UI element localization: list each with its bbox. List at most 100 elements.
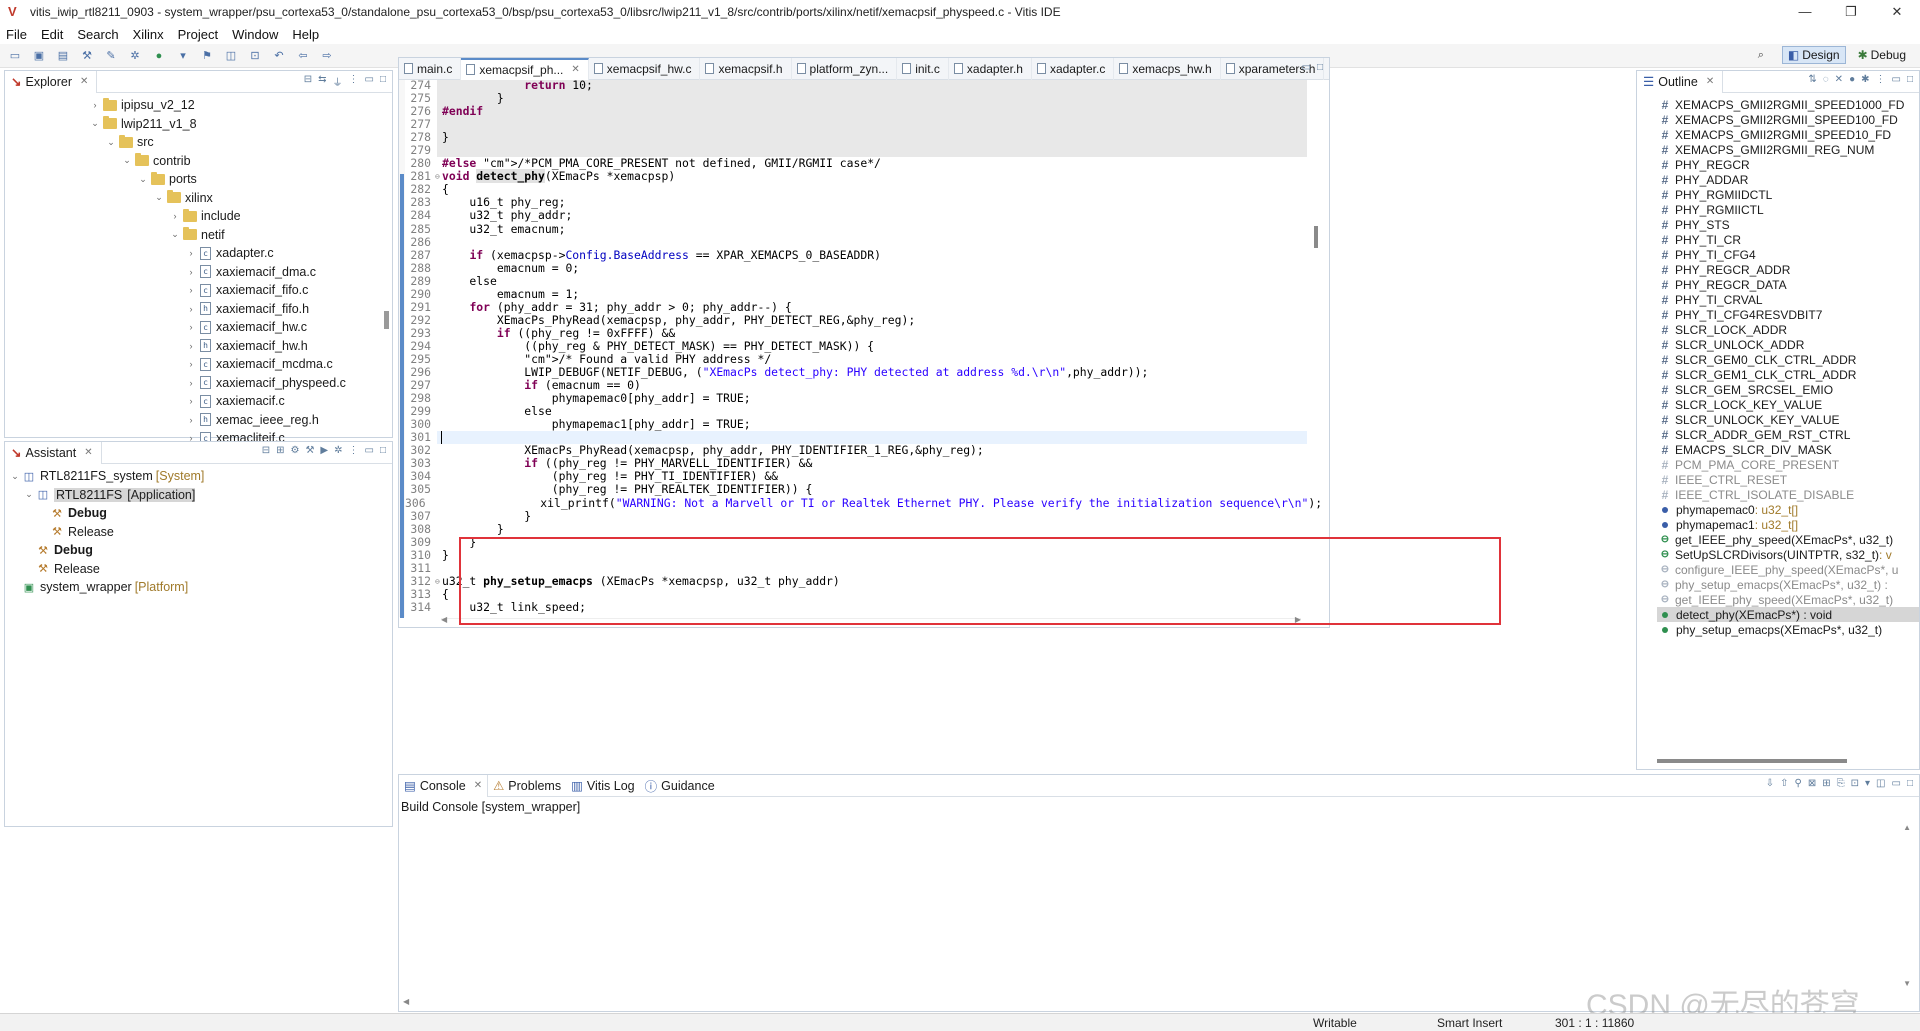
hide-nonpublic-icon[interactable]: ● xyxy=(1849,74,1855,85)
outline-item[interactable]: # PHY_RGMIICTL xyxy=(1657,202,1919,217)
code-line[interactable]: 284 u32_t phy_addr; xyxy=(405,209,1310,222)
outline-item[interactable]: # SLCR_UNLOCK_ADDR xyxy=(1657,337,1919,352)
outline-item[interactable]: # XEMACPS_GMII2RGMII_REG_NUM xyxy=(1657,142,1919,157)
console-scroll-left-icon[interactable]: ◀ xyxy=(403,997,409,1006)
outline-item[interactable]: # SLCR_UNLOCK_KEY_VALUE xyxy=(1657,412,1919,427)
chevron-right-icon[interactable]: › xyxy=(185,415,197,425)
chevron-right-icon[interactable]: › xyxy=(185,285,197,295)
chevron-right-icon[interactable]: › xyxy=(185,267,197,277)
outline-item[interactable]: # XEMACPS_GMII2RGMII_SPEED1000_FD xyxy=(1657,97,1919,112)
editor-tab[interactable]: xemacps_hw.h xyxy=(1114,58,1221,80)
hide-fields-icon[interactable]: ◌ xyxy=(1823,74,1829,85)
assistant-tree-item[interactable]: ⚒ Release xyxy=(9,560,392,579)
code-line[interactable]: 281 ⊖ void detect_phy(XEmacPs *xemacpsp) xyxy=(405,169,1310,184)
explorer-tree-item[interactable]: ⌄ contrib xyxy=(89,152,392,171)
code-line[interactable]: 290 emacnum = 1; xyxy=(405,287,1310,301)
code-line[interactable]: 277 xyxy=(405,118,1310,131)
collapse-all-icon[interactable]: ⊟ xyxy=(304,74,312,89)
editor-tab[interactable]: xemacpsif_hw.c xyxy=(589,58,701,80)
build-icon[interactable]: ⚒ xyxy=(305,445,314,456)
code-line[interactable]: 278} xyxy=(405,131,1310,144)
tab-explorer[interactable]: ↘ Explorer ✕ xyxy=(5,70,98,93)
open-console-icon[interactable]: ⊡ xyxy=(1851,778,1859,789)
close-icon[interactable]: ✕ xyxy=(84,447,92,458)
back-icon[interactable]: ⇦ xyxy=(294,48,312,64)
display-console-icon[interactable]: ▾ xyxy=(1865,778,1870,789)
outline-item[interactable]: ⊖ get_IEEE_phy_speed(XEmacPs*, u32_t) xyxy=(1657,532,1919,547)
minimize-icon[interactable]: ▭ xyxy=(1302,62,1311,73)
outline-item[interactable]: # PHY_TI_CFG4RESVDBIT7 xyxy=(1657,307,1919,322)
outline-item[interactable]: # SLCR_GEM1_CLK_CTRL_ADDR xyxy=(1657,367,1919,382)
outline-item[interactable]: ⊖ phy_setup_emacps(XEmacPs*, u32_t) : xyxy=(1657,577,1919,592)
code-line[interactable]: 288 emacnum = 0; xyxy=(405,261,1310,275)
outline-item[interactable]: ⊖ configure_IEEE_phy_speed(XEmacPs*, u xyxy=(1657,562,1919,577)
close-tab-icon[interactable]: ✕ xyxy=(571,64,579,75)
outline-item[interactable]: detect_phy(XEmacPs*) : void xyxy=(1657,607,1919,622)
explorer-tree-item[interactable]: ⌄ ports xyxy=(89,170,392,189)
explorer-tree-item[interactable]: › c xadapter.c xyxy=(89,244,392,263)
code-line[interactable]: 307 } xyxy=(405,509,1310,523)
editor-tab[interactable]: init.c xyxy=(897,58,949,80)
outline-item[interactable]: # SLCR_LOCK_KEY_VALUE xyxy=(1657,397,1919,412)
outline-item[interactable]: phymapemac0 : u32_t[] xyxy=(1657,502,1919,517)
link-editor-icon[interactable]: ⇆ xyxy=(318,74,326,89)
menu-file[interactable]: File xyxy=(6,27,27,42)
explorer-tree-item[interactable]: › include xyxy=(89,207,392,226)
assistant-tree-item[interactable]: ⚒ Debug xyxy=(9,541,392,560)
scroll-lock-icon[interactable]: ⇩ xyxy=(1766,778,1774,789)
prev-edit-icon[interactable]: ↶ xyxy=(270,48,288,64)
menu-search[interactable]: Search xyxy=(77,27,118,42)
code-line[interactable]: 292 XEmacPs_PhyRead(xemacpsp, phy_addr, … xyxy=(405,313,1310,327)
explorer-tree-item[interactable]: › h xemac_ieee_reg.h xyxy=(89,411,392,430)
outline-item[interactable]: # PHY_REGCR xyxy=(1657,157,1919,172)
bottom-tab[interactable]: ⓘ Guidance xyxy=(640,775,720,797)
assistant-tree-item[interactable]: ⚒ Release xyxy=(9,523,392,542)
explorer-scrollbar[interactable] xyxy=(384,311,389,329)
outline-item[interactable]: # SLCR_GEM0_CLK_CTRL_ADDR xyxy=(1657,352,1919,367)
chevron-right-icon[interactable]: › xyxy=(185,322,197,332)
run-config-icon[interactable]: ▾ xyxy=(174,48,192,64)
editor-tab[interactable]: main.c xyxy=(399,58,462,80)
menu-xilinx[interactable]: Xilinx xyxy=(133,27,164,42)
save-icon[interactable]: ▣ xyxy=(30,48,48,64)
outline-item[interactable]: # XEMACPS_GMII2RGMII_SPEED10_FD xyxy=(1657,127,1919,142)
code-line[interactable]: 291 for (phy_addr = 31; phy_addr > 0; ph… xyxy=(405,300,1310,314)
menu-project[interactable]: Project xyxy=(178,27,218,42)
tab-assistant[interactable]: ↘ Assistant ✕ xyxy=(5,441,102,464)
outline-item[interactable]: # SLCR_ADDR_GEM_RST_CTRL xyxy=(1657,427,1919,442)
code-line[interactable]: 308 } xyxy=(405,522,1310,536)
expand-icon[interactable]: ⊞ xyxy=(276,445,284,456)
console-scroll-down-icon[interactable]: ▼ xyxy=(1903,979,1911,988)
chevron-down-icon[interactable]: ⌄ xyxy=(153,192,165,203)
explorer-tree-item[interactable]: › c xaxiemacif_fifo.c xyxy=(89,281,392,300)
view-menu-icon[interactable]: ⋮ xyxy=(349,74,359,89)
outline-item[interactable]: # PHY_STS xyxy=(1657,217,1919,232)
chevron-right-icon[interactable]: › xyxy=(89,100,101,110)
code-line[interactable]: 275 } xyxy=(405,91,1310,105)
minimize-icon[interactable]: ▭ xyxy=(365,445,374,456)
menu-window[interactable]: Window xyxy=(232,27,278,42)
word-wrap-icon[interactable]: ⊞ xyxy=(1822,778,1830,789)
hide-static-icon[interactable]: ✕ xyxy=(1835,74,1843,85)
explorer-tree-item[interactable]: › c xaxiemacif_hw.c xyxy=(89,318,392,337)
maximize-icon[interactable]: □ xyxy=(1907,778,1913,789)
copy-icon[interactable]: ⎘ xyxy=(1837,778,1845,789)
code-line[interactable]: 274 return 10; xyxy=(405,78,1310,92)
outline-item[interactable]: # PHY_TI_CFG4 xyxy=(1657,247,1919,262)
debug-icon[interactable]: ✲ xyxy=(334,445,342,456)
editor-vscrollbar[interactable] xyxy=(1314,226,1318,248)
explorer-tree-item[interactable]: ⌄ lwip211_v1_8 xyxy=(89,115,392,134)
editor-tab[interactable]: xemacpsif.h xyxy=(700,58,792,80)
explorer-tree-item[interactable]: › h xaxiemacif_fifo.h xyxy=(89,300,392,319)
outline-item[interactable]: # PCM_PMA_CORE_PRESENT xyxy=(1657,457,1919,472)
bottom-tab[interactable]: ⚠ Problems xyxy=(488,775,566,797)
maximize-icon[interactable]: □ xyxy=(1317,62,1323,73)
filter-icon[interactable]: ⏚ xyxy=(333,74,343,89)
assistant-tree-item[interactable]: ⌄ ◫ RTL8211FS [Application] xyxy=(9,486,392,505)
outline-item[interactable]: phymapemac1 : u32_t[] xyxy=(1657,517,1919,532)
outline-item[interactable]: ⊖ get_IEEE_phy_speed(XEmacPs*, u32_t) xyxy=(1657,592,1919,607)
close-icon[interactable]: ✕ xyxy=(474,780,482,791)
editor-tab[interactable]: xadapter.c xyxy=(1032,58,1115,80)
explorer-tree-item[interactable]: › c xaxiemacif_mcdma.c xyxy=(89,355,392,374)
restore-button[interactable]: ❐ xyxy=(1828,0,1874,24)
